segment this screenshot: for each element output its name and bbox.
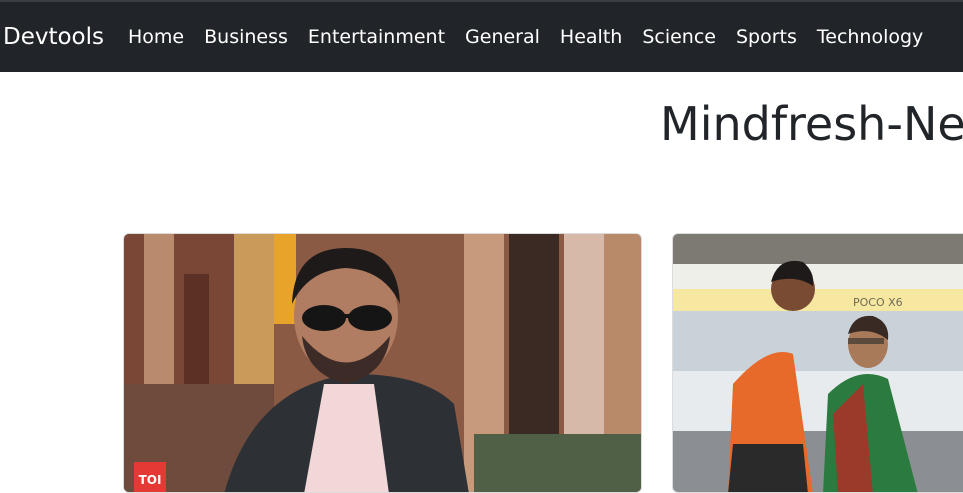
news-card[interactable]: POCO X6: [672, 233, 963, 493]
nav-link-health[interactable]: Health: [550, 26, 632, 48]
nav-link-entertainment[interactable]: Entertainment: [298, 26, 455, 48]
nav-link-general[interactable]: General: [455, 26, 550, 48]
nav-link-sports[interactable]: Sports: [726, 26, 807, 48]
brand-link[interactable]: Devtools: [3, 24, 104, 50]
stadium-banner-text: POCO X6: [853, 296, 903, 309]
news-card-image[interactable]: POCO X6: [673, 234, 963, 493]
nav-link-business[interactable]: Business: [194, 26, 298, 48]
nav-links: Home Business Entertainment General Heal…: [118, 26, 933, 48]
nav-link-technology[interactable]: Technology: [807, 26, 933, 48]
page-title: Mindfresh-Ne: [660, 97, 963, 151]
nav-link-science[interactable]: Science: [632, 26, 726, 48]
top-navbar: Devtools Home Business Entertainment Gen…: [0, 0, 963, 72]
news-card[interactable]: TOI: [123, 233, 642, 493]
news-card-image[interactable]: TOI: [124, 234, 642, 493]
news-image-badge-text: TOI: [139, 473, 162, 487]
nav-link-home[interactable]: Home: [118, 26, 194, 48]
